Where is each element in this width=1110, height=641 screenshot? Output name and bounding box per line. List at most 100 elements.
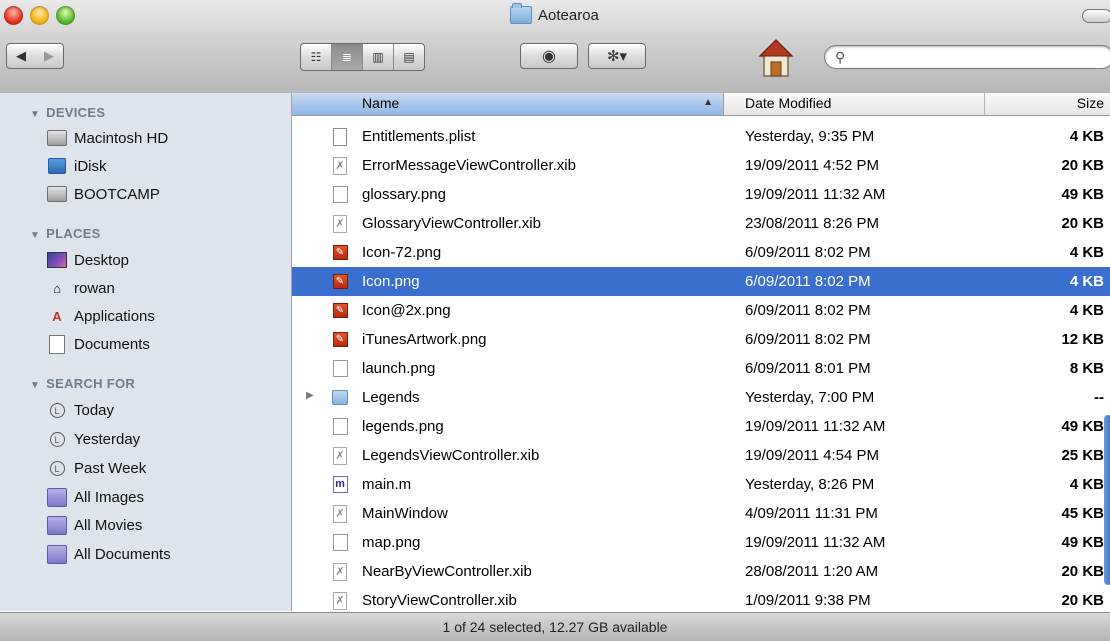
file-date-modified: 6/09/2011 8:01 PM xyxy=(745,360,871,377)
file-date-modified: Yesterday, 8:26 PM xyxy=(745,476,875,493)
folder-icon xyxy=(332,388,348,407)
forward-button[interactable]: ▶ xyxy=(44,48,54,64)
file-size: 8 KB xyxy=(1069,360,1104,377)
home-icon[interactable] xyxy=(758,38,794,78)
finder-window: Aotearoa ◀ ▶ ☷ ≣ ▥ ▤ ◉ ✻▾ ⚲ ▼ DEVICES Ma… xyxy=(0,0,1110,641)
sidebar-item-all-documents[interactable]: All Documents xyxy=(47,542,171,566)
toolbar-toggle-button[interactable] xyxy=(1082,9,1110,23)
smart-folder-icon xyxy=(47,487,67,507)
table-row[interactable]: ▶ Legends Yesterday, 7:00 PM -- xyxy=(292,383,1110,412)
column-view-button[interactable]: ▥ xyxy=(363,44,394,70)
table-row[interactable]: ✎ iTunesArtwork.png 6/09/2011 8:02 PM 12 KB xyxy=(292,325,1110,354)
table-row[interactable]: m main.m Yesterday, 8:26 PM 4 KB xyxy=(292,470,1110,499)
action-button[interactable]: ✻▾ xyxy=(588,43,646,69)
sidebar-item-applications[interactable]: A Applications xyxy=(47,304,155,328)
file-name: main.m xyxy=(362,476,412,493)
sidebar-item-rowan[interactable]: ⌂ rowan xyxy=(47,276,115,300)
disclosure-triangle-icon[interactable]: ▶ xyxy=(306,390,314,401)
vertical-scrollbar-thumb[interactable] xyxy=(1104,415,1110,585)
file-date-modified: 6/09/2011 8:02 PM xyxy=(745,331,871,348)
applications-icon: A xyxy=(52,308,62,324)
sidebar-item-documents[interactable]: Documents xyxy=(47,332,150,356)
sidebar-section-devices[interactable]: ▼ DEVICES xyxy=(30,105,105,120)
coverflow-view-button[interactable]: ▤ xyxy=(394,44,424,70)
close-button[interactable] xyxy=(4,6,23,25)
file-icon xyxy=(332,534,348,551)
table-row[interactable]: ✎ Icon-72.png 6/09/2011 8:02 PM 4 KB xyxy=(292,238,1110,267)
idisk-icon xyxy=(48,158,66,174)
window-title: Aotearoa xyxy=(510,3,599,24)
file-name: iTunesArtwork.png xyxy=(362,331,487,348)
table-row[interactable]: legends.png 19/09/2011 11:32 AM 49 KB xyxy=(292,412,1110,441)
table-row[interactable]: ✗ StoryViewController.xib 1/09/2011 9:38 P… xyxy=(292,586,1110,615)
file-icon: ✗ xyxy=(333,504,347,523)
folder-icon xyxy=(510,3,532,24)
table-row[interactable]: Entitlements.plist Yesterday, 9:35 PM 4 KB xyxy=(292,122,1110,151)
zoom-button[interactable] xyxy=(56,6,75,25)
list-view-button[interactable]: ≣ xyxy=(332,44,363,70)
quicklook-button[interactable]: ◉ xyxy=(520,43,578,69)
file-date-modified: 6/09/2011 8:02 PM xyxy=(745,244,871,261)
sidebar-item-macintosh-hd[interactable]: Macintosh HD xyxy=(47,126,168,150)
file-icon: m xyxy=(332,475,348,494)
table-row[interactable]: ✗ ErrorMessageViewController.xib 19/09/201… xyxy=(292,151,1110,180)
file-icon xyxy=(332,359,348,378)
file-date-modified: 23/08/2011 8:26 PM xyxy=(745,215,879,232)
sidebar-section-search-for[interactable]: ▼ SEARCH FOR xyxy=(30,376,135,391)
file-size: 4 KB xyxy=(1069,302,1104,319)
table-row[interactable]: ✎ Icon@2x.png 6/09/2011 8:02 PM 4 KB xyxy=(292,296,1110,325)
back-button[interactable]: ◀ xyxy=(16,48,26,64)
file-date-modified: 1/09/2011 9:38 PM xyxy=(745,592,871,609)
file-size: 12 KB xyxy=(1061,331,1104,348)
file-name: Icon@2x.png xyxy=(362,302,451,319)
status-text: 1 of 24 selected, 12.27 GB available xyxy=(442,619,668,635)
column-header-date-modified[interactable]: Date Modified xyxy=(745,95,831,111)
file-size: 45 KB xyxy=(1061,505,1104,522)
search-field[interactable]: ⚲ xyxy=(824,45,1110,69)
file-icon: ✎ xyxy=(332,301,348,320)
file-size: 4 KB xyxy=(1069,244,1104,261)
file-size: 4 KB xyxy=(1069,273,1104,290)
minimize-button[interactable] xyxy=(30,6,49,25)
file-icon xyxy=(332,185,348,204)
file-icon: ✗ xyxy=(333,214,347,233)
file-date-modified: 4/09/2011 11:31 PM xyxy=(745,505,878,522)
table-row[interactable]: map.png 19/09/2011 11:32 AM 49 KB xyxy=(292,528,1110,557)
sidebar-item-idisk[interactable]: iDisk xyxy=(47,154,107,178)
column-header-size[interactable]: Size xyxy=(1077,95,1104,111)
gear-icon: ✻▾ xyxy=(606,48,628,65)
sidebar-section-places[interactable]: ▼ PLACES xyxy=(30,226,101,241)
hard-drive-icon xyxy=(47,186,67,202)
file-icon xyxy=(332,360,348,377)
table-row[interactable]: glossary.png 19/09/2011 11:32 AM 49 KB xyxy=(292,180,1110,209)
hard-drive-icon xyxy=(47,130,67,146)
sidebar-item-all-images[interactable]: All Images xyxy=(47,485,144,509)
sidebar-item-bootcamp[interactable]: BOOTCAMP xyxy=(47,182,160,206)
table-row[interactable]: ✗ NearByViewController.xib 28/08/2011 1:20… xyxy=(292,557,1110,586)
file-icon xyxy=(332,533,348,552)
file-size: 49 KB xyxy=(1061,418,1104,435)
file-icon: ✎ xyxy=(332,332,348,347)
sidebar-item-desktop[interactable]: Desktop xyxy=(47,248,129,272)
file-name: Legends xyxy=(362,389,420,406)
sidebar-item-today[interactable]: L Today xyxy=(47,398,114,422)
file-date-modified: 28/08/2011 1:20 AM xyxy=(745,563,879,580)
file-icon xyxy=(332,186,348,203)
table-row[interactable]: ✗ MainWindow 4/09/2011 11:31 PM 45 KB xyxy=(292,499,1110,528)
file-size: 20 KB xyxy=(1061,563,1104,580)
table-row[interactable]: ✗ LegendsViewController.xib 19/09/2011 4:5… xyxy=(292,441,1110,470)
table-row[interactable]: ✗ GlossaryViewController.xib 23/08/2011 8:… xyxy=(292,209,1110,238)
sidebar: ▼ DEVICES Macintosh HD iDisk BOOTCAMP ▼ … xyxy=(0,93,292,611)
column-header-name[interactable]: Name ▲ xyxy=(292,93,724,115)
sidebar-item-all-movies[interactable]: All Movies xyxy=(47,513,142,537)
file-name: LegendsViewController.xib xyxy=(362,447,540,464)
table-row[interactable]: ✎ Icon.png 6/09/2011 8:02 PM 4 KB xyxy=(292,267,1110,296)
table-row[interactable]: launch.png 6/09/2011 8:01 PM 8 KB xyxy=(292,354,1110,383)
toolbar: Aotearoa ◀ ▶ ☷ ≣ ▥ ▤ ◉ ✻▾ ⚲ xyxy=(0,0,1110,94)
file-icon: ✗ xyxy=(333,446,347,465)
sidebar-item-yesterday[interactable]: L Yesterday xyxy=(47,427,140,451)
view-switcher: ☷ ≣ ▥ ▤ xyxy=(300,43,425,71)
column-divider[interactable] xyxy=(984,93,985,115)
icon-view-button[interactable]: ☷ xyxy=(301,44,332,70)
sidebar-item-past-week[interactable]: L Past Week xyxy=(47,456,146,480)
